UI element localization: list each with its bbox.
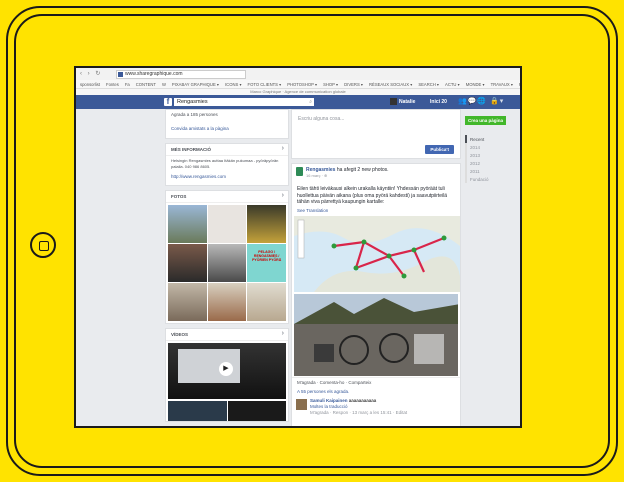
search-value: Rengasmies — [177, 99, 208, 105]
video-thumb[interactable] — [168, 401, 227, 421]
address-bar[interactable]: www.sharegraphique.com — [116, 70, 246, 79]
photo-thumb[interactable] — [207, 244, 247, 282]
see-translation-link[interactable]: See Translation — [292, 207, 460, 214]
home-button[interactable] — [30, 232, 56, 258]
bookmark-item[interactable]: MONDE ▾ — [466, 82, 485, 87]
chevron-right-icon: › — [281, 330, 284, 337]
profile-link[interactable]: Natalie — [399, 99, 415, 105]
photo-thumb[interactable]: PELAGO / RENGASMIES / PYÖRIEN PYÖRÄ — [247, 244, 286, 282]
bookmark-item[interactable]: PIXABAY GRAPHIQUE ▾ — [172, 82, 219, 87]
composer-input[interactable]: Escriu alguna cosa... — [292, 110, 460, 128]
bookmark-item[interactable]: TRAVAUX ▾ — [491, 82, 513, 87]
photo-thumb[interactable] — [207, 205, 247, 243]
chevron-right-icon: › — [281, 145, 284, 152]
facebook-logo-icon[interactable]: f — [164, 98, 172, 106]
likes-summary[interactable]: A 55 persones els agrada. — [292, 387, 460, 396]
search-icon[interactable]: ⌕ — [309, 98, 312, 106]
photo-thumb[interactable] — [168, 205, 207, 243]
photo-caption: PELAGO / RENGASMIES / PYÖRIEN PYÖRÄ — [252, 250, 282, 262]
timeline-year-link[interactable]: 2012 — [467, 159, 518, 167]
browser-window: ‹ › ↻ www.sharegraphique.com sponsorlist… — [76, 68, 520, 426]
post-actions[interactable]: M'agrada · Comenta-ho · Comparteix — [292, 376, 460, 387]
publish-button[interactable]: Publica't — [425, 145, 454, 154]
photo-thumb[interactable] — [247, 283, 286, 321]
photo-thumb[interactable] — [168, 283, 207, 321]
comment-meta[interactable]: M'agrada · Respon · 13 març a les 15:41 … — [310, 410, 407, 415]
avatar[interactable] — [390, 98, 397, 105]
favicon-icon — [118, 72, 123, 77]
chevron-right-icon: › — [281, 192, 284, 199]
timeline-year-link[interactable]: 2011 — [467, 167, 518, 175]
home-square-icon — [39, 241, 49, 251]
bookmark-item[interactable]: RÉSEAUX SOCIAUX ▾ — [369, 82, 412, 87]
bookmark-item[interactable]: ACTU ▾ — [445, 82, 460, 87]
bookmark-item[interactable]: Fa — [125, 82, 130, 87]
route-map-image[interactable] — [294, 215, 460, 292]
photo-grid: PELAGO / RENGASMIES / PYÖRIEN PYÖRÄ — [166, 203, 288, 323]
browser-nav-icons[interactable]: ‹ › ↻ — [80, 70, 102, 77]
post-composer: Escriu alguna cosa... Publica't — [291, 109, 461, 159]
bookmark-item[interactable]: sponsorlist — [80, 82, 100, 87]
timeline-year-link[interactable]: Recent — [465, 135, 518, 143]
bookmark-item[interactable]: SHOP ▾ — [323, 82, 338, 87]
notification-icons[interactable]: 👥💬🌐 🔒▾ — [458, 97, 504, 105]
tablet-screen: ‹ › ↻ www.sharegraphique.com sponsorlist… — [74, 66, 522, 428]
commenter-name[interactable]: Samuli Kaipainen — [310, 398, 348, 403]
garage-photo[interactable] — [294, 293, 458, 376]
photos-card: FOTOS › PELAGO / RENGASMIES / PYÖRIEN PYÖ… — [165, 190, 289, 324]
post-text: Eilen tähti leiväkausi alkein urakalla k… — [297, 186, 448, 205]
photo-thumb[interactable] — [207, 283, 247, 321]
bookmark-item[interactable]: DIVERS ▾ — [344, 82, 363, 87]
likes-card: Agrada a 185 persones Convida amistats a… — [165, 109, 289, 139]
timeline-year-link[interactable]: 2013 — [467, 151, 518, 159]
post-action-text: ha afegit 2 new photos. — [335, 167, 389, 173]
photo-thumb[interactable] — [168, 244, 207, 282]
video-thumb[interactable]: ▶ — [168, 343, 286, 399]
comment-text: aaaaaaaaaaa — [348, 397, 377, 403]
info-website-link[interactable]: http://www.rengasmies.com — [166, 172, 288, 185]
post-header: Rengasmies ha afegit 2 new photos. 16 ma… — [292, 164, 460, 185]
post-card: Rengasmies ha afegit 2 new photos. 16 ma… — [291, 163, 461, 426]
map-drawing — [294, 215, 460, 292]
timeline-year-link[interactable]: Fundació — [467, 175, 518, 183]
home-link[interactable]: Inici 20 — [430, 99, 447, 105]
bookmark-item[interactable]: ICONS ▾ — [225, 82, 242, 87]
likes-row: Agrada a 185 persones — [171, 112, 218, 117]
facebook-topbar: f Rengasmies ⌕ Natalie Inici 20 👥💬🌐 🔒▾ — [76, 95, 520, 109]
invite-friends-link[interactable]: Convida amistats a la pàgina — [166, 120, 288, 138]
photos-title[interactable]: FOTOS › — [166, 191, 288, 203]
comment-item: Samuli Kaipainen aaaaaaaaaaa Moltes la t… — [292, 396, 460, 418]
address-text: www.sharegraphique.com — [125, 71, 183, 77]
bookmark-item[interactable]: FOTO CLIENTS ▾ — [248, 82, 282, 87]
comment-translate-link[interactable]: Moltes la traducció — [310, 404, 348, 409]
videos-title[interactable]: VÍDEOS › — [166, 329, 288, 341]
page-avatar[interactable] — [296, 167, 303, 176]
bookmark-item[interactable]: SEARCH ▾ — [418, 82, 439, 87]
bookmark-item[interactable]: W — [162, 82, 166, 87]
bookmark-item[interactable]: Photographie — [519, 82, 520, 87]
bookmark-item[interactable]: PHOTOSHOP ▾ — [287, 82, 317, 87]
main-column: Escriu alguna cosa... Publica't Rengasmi… — [291, 109, 461, 426]
timeline-years: Recent 2014 2013 2012 2011 Fundació — [465, 135, 518, 183]
photo-thumb[interactable] — [247, 205, 286, 243]
video-thumb[interactable] — [227, 401, 286, 421]
photo-drawing — [294, 293, 458, 376]
create-page-button[interactable]: Crea una pàgina — [465, 116, 507, 125]
videos-card: VÍDEOS › ▶ — [165, 328, 289, 422]
bookmark-item[interactable]: CONTENT — [136, 82, 156, 87]
bookmark-item[interactable]: Fontes — [106, 82, 119, 87]
info-text: Helsingin Rengasmies auttaa Itäkän pukum… — [171, 158, 279, 169]
left-column: Agrada a 185 persones Convida amistats a… — [165, 109, 289, 426]
post-timestamp[interactable]: 16 març · ⊕ — [306, 173, 455, 178]
info-title[interactable]: MÉS INFORMACIÓ › — [166, 144, 288, 156]
facebook-search-input[interactable]: Rengasmies ⌕ — [174, 98, 314, 106]
timeline-year-link[interactable]: 2014 — [467, 143, 518, 151]
play-icon[interactable]: ▶ — [219, 362, 233, 376]
bookmarks-bar: sponsorlist Fontes Fa CONTENT W PIXABAY GRAPH… — [76, 80, 520, 89]
commenter-avatar[interactable] — [296, 398, 307, 410]
right-column: Crea una pàgina Recent 2014 2013 2012 2011 Fu… — [465, 109, 518, 426]
info-card: MÉS INFORMACIÓ › Helsingin Rengasmies aut… — [165, 143, 289, 186]
